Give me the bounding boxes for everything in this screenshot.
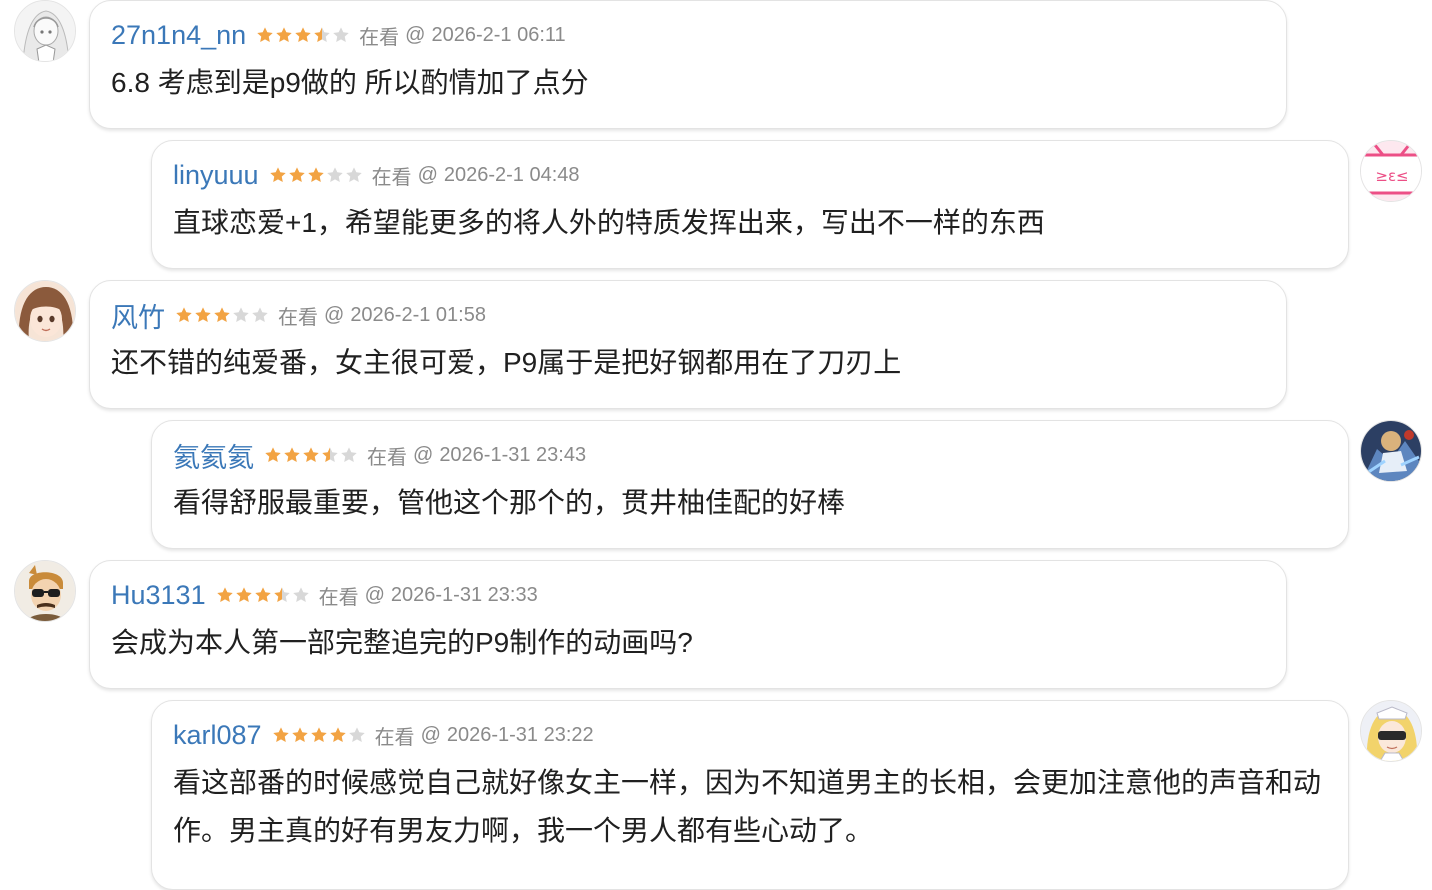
username-link[interactable]: 氦氦氦 — [173, 436, 254, 475]
star-filled-icon — [175, 306, 193, 324]
star-empty-icon — [345, 166, 363, 184]
star-filled-icon — [256, 26, 274, 44]
at-sign: @ — [324, 303, 345, 326]
star-empty-icon — [232, 306, 250, 324]
star-empty-icon — [292, 586, 310, 604]
rating-stars — [272, 726, 367, 744]
comment-bubble: Hu3131 在看 @ 2026-1-31 23:33 会成为本人第一部完整追完… — [89, 560, 1287, 689]
star-empty-icon — [251, 306, 269, 324]
username-link[interactable]: Hu3131 — [111, 580, 206, 611]
star-empty-icon — [340, 446, 358, 464]
star-filled-icon — [307, 166, 325, 184]
star-filled-icon — [272, 726, 290, 744]
rating-stars — [269, 166, 364, 184]
watch-status: 在看 — [374, 726, 415, 749]
comment-bubble: karl087 在看 @ 2026-1-31 23:22 看这部番的时候感觉自己… — [151, 700, 1349, 890]
watch-status: 在看 — [367, 446, 407, 469]
anime-girl-face-avatar-icon[interactable] — [14, 280, 76, 342]
watch-status: 在看 — [278, 306, 318, 329]
star-half-icon — [273, 586, 291, 604]
star-filled-icon — [194, 306, 212, 324]
svg-text:≥ε≤: ≥ε≤ — [1375, 167, 1408, 185]
username-link[interactable]: 27n1n4_nn — [111, 20, 246, 51]
anime-action-avatar-icon[interactable] — [1360, 420, 1422, 482]
timestamp: 2026-1-31 23:33 — [390, 583, 538, 606]
star-filled-icon — [216, 586, 234, 604]
watch-status: 在看 — [318, 586, 359, 609]
star-half-icon — [313, 26, 331, 44]
comment-bubble: 风竹 在看 @ 2026-2-1 01:58 还不错的纯爱番，女主很可爱，P9属… — [89, 280, 1287, 409]
at-sign: @ — [420, 723, 441, 746]
comment-meta: 氦氦氦 在看 @ 2026-1-31 23:43 — [173, 435, 1328, 475]
at-sign: @ — [417, 163, 438, 186]
comment-bubble: 氦氦氦 在看 @ 2026-1-31 23:43 看得舒服最重要，管他这个那个的… — [151, 420, 1349, 549]
timestamp: 2026-2-1 04:48 — [443, 163, 580, 186]
star-half-icon — [321, 446, 339, 464]
comment-text: 6.8 考虑到是p9做的 所以酌情加了点分 — [111, 67, 589, 98]
star-filled-icon — [288, 166, 306, 184]
comment-text: 看得舒服最重要，管他这个那个的，贯井柚佳配的好棒 — [173, 487, 846, 518]
timestamp: 2026-2-1 01:58 — [350, 303, 486, 326]
star-filled-icon — [254, 586, 272, 604]
blonde-maid-avatar-icon[interactable] — [1360, 700, 1422, 762]
comment-meta: 27n1n4_nn 在看 @ 2026-2-1 06:11 — [111, 15, 1266, 55]
star-empty-icon — [332, 26, 350, 44]
username-link[interactable]: linyuuu — [173, 160, 259, 191]
comment-bubble: 27n1n4_nn 在看 @ 2026-2-1 06:11 6.8 考虑到是p9… — [89, 0, 1287, 129]
star-filled-icon — [264, 446, 282, 464]
star-empty-icon — [326, 166, 344, 184]
at-sign: @ — [405, 23, 426, 46]
star-filled-icon — [291, 726, 309, 744]
comment-meta: karl087 在看 @ 2026-1-31 23:22 — [173, 715, 1328, 755]
star-filled-icon — [302, 446, 320, 464]
comment-bubble: linyuuu 在看 @ 2026-2-1 04:48 直球恋爱+1，希望能更多… — [151, 140, 1349, 269]
rating-stars — [175, 306, 270, 324]
comment-meta: linyuuu 在看 @ 2026-2-1 04:48 — [173, 155, 1328, 195]
star-filled-icon — [310, 726, 328, 744]
anime-girl-sketch-avatar-icon[interactable] — [14, 0, 76, 62]
rating-stars — [264, 446, 359, 464]
timestamp: 2026-1-31 23:22 — [446, 723, 594, 746]
watch-status: 在看 — [359, 26, 400, 49]
username-link[interactable]: karl087 — [173, 720, 262, 751]
star-filled-icon — [283, 446, 301, 464]
star-filled-icon — [294, 26, 312, 44]
comment-text: 看这部番的时候感觉自己就好像女主一样，因为不知道男主的长相，会更加注意他的声音和… — [173, 767, 1322, 846]
comment-text: 还不错的纯爱番，女主很可爱，P9属于是把好钢都用在了刀刃上 — [111, 347, 902, 378]
sunglasses-man-avatar-icon[interactable] — [14, 560, 76, 622]
comment-text: 直球恋爱+1，希望能更多的将人外的特质发挥出来，写出不一样的东西 — [173, 207, 1045, 238]
star-filled-icon — [329, 726, 347, 744]
comment-meta: Hu3131 在看 @ 2026-1-31 23:33 — [111, 575, 1266, 615]
star-filled-icon — [235, 586, 253, 604]
username-link[interactable]: 风竹 — [111, 296, 165, 335]
watch-status: 在看 — [371, 166, 412, 189]
rating-stars — [216, 586, 311, 604]
timestamp: 2026-1-31 23:43 — [439, 443, 587, 466]
comment-text: 会成为本人第一部完整追完的P9制作的动画吗? — [111, 627, 693, 658]
star-filled-icon — [213, 306, 231, 324]
timestamp: 2026-2-1 06:11 — [431, 23, 566, 46]
at-sign: @ — [413, 443, 434, 466]
pink-tv-avatar-icon[interactable]: ≥ε≤ — [1360, 140, 1422, 202]
at-sign: @ — [364, 583, 385, 606]
rating-stars — [256, 26, 351, 44]
comment-meta: 风竹 在看 @ 2026-2-1 01:58 — [111, 295, 1266, 335]
star-empty-icon — [348, 726, 366, 744]
star-filled-icon — [269, 166, 287, 184]
star-filled-icon — [275, 26, 293, 44]
